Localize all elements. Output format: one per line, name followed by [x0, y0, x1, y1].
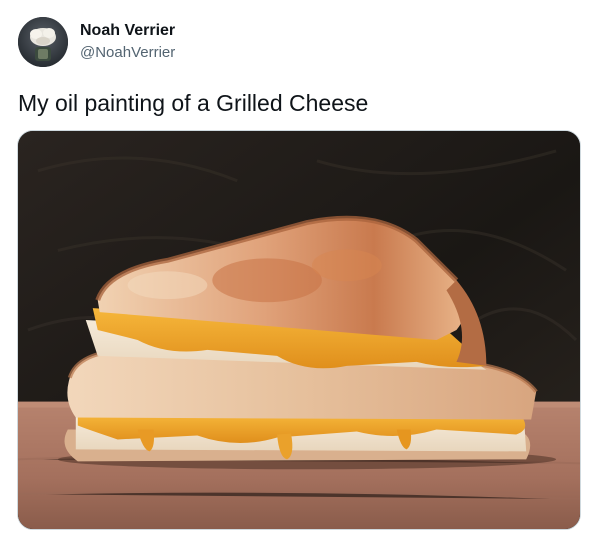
tweet-text: My oil painting of a Grilled Cheese — [18, 90, 369, 116]
grilled-cheese-painting-icon — [18, 131, 580, 529]
avatar[interactable] — [18, 17, 68, 67]
profile-avatar-icon — [18, 17, 68, 67]
author-name[interactable]: Noah Verrier — [80, 21, 175, 41]
tweet-media[interactable] — [17, 130, 581, 530]
tweet-card: Noah Verrier @NoahVerrier My oil paintin… — [0, 0, 599, 547]
author-handle[interactable]: @NoahVerrier — [80, 43, 175, 63]
